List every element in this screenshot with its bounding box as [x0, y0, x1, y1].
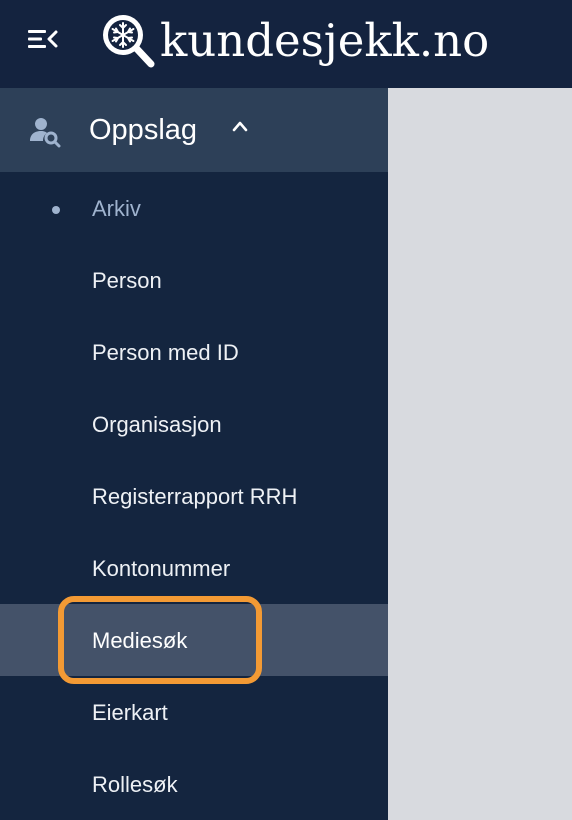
sidebar-section-oppslag[interactable]: Oppslag: [0, 88, 388, 172]
sidebar-item-label: Kontonummer: [92, 556, 231, 581]
sidebar-item-label: Mediesøk: [92, 628, 188, 653]
current-item-dot: [52, 206, 60, 214]
snowflake-magnifier-icon: [103, 15, 155, 68]
sidebar-item-mediesok[interactable]: Mediesøk: [0, 604, 388, 676]
user-search-icon: [30, 118, 61, 148]
chevron-up-icon[interactable]: [232, 119, 248, 133]
menu-collapse-icon[interactable]: [28, 28, 60, 50]
sidebar-item-label: Eierkart: [92, 700, 168, 725]
sidebar-item-organisasjon[interactable]: Organisasjon: [0, 388, 388, 460]
logo-text: kundesjekk.no: [160, 13, 490, 67]
sidebar-item-label: Arkiv: [92, 196, 141, 221]
sidebar-nav-list: Arkiv Person Person med ID Organisasjon …: [0, 172, 388, 820]
main-content: [388, 88, 572, 820]
sidebar-item-person[interactable]: Person: [0, 244, 388, 316]
top-bar: kundesjekk.no: [0, 0, 572, 88]
sidebar-item-rollesok[interactable]: Rollesøk: [0, 748, 388, 820]
sidebar-item-label: Rollesøk: [92, 772, 178, 797]
sidebar-item-kontonummer[interactable]: Kontonummer: [0, 532, 388, 604]
sidebar-item-label: Person: [92, 268, 162, 293]
sidebar-item-label: Organisasjon: [92, 412, 222, 437]
sidebar-item-label: Registerrapport RRH: [92, 484, 298, 509]
sidebar: Oppslag Arkiv Person Person med ID Organ…: [0, 88, 388, 820]
sidebar-item-registerrapport-rrh[interactable]: Registerrapport RRH: [0, 460, 388, 532]
sidebar-item-label: Person med ID: [92, 340, 239, 365]
sidebar-item-arkiv[interactable]: Arkiv: [0, 172, 388, 244]
sidebar-item-person-med-id[interactable]: Person med ID: [0, 316, 388, 388]
sidebar-item-eierkart[interactable]: Eierkart: [0, 676, 388, 748]
logo[interactable]: kundesjekk.no: [98, 8, 489, 72]
sidebar-section-label: Oppslag: [89, 114, 198, 146]
